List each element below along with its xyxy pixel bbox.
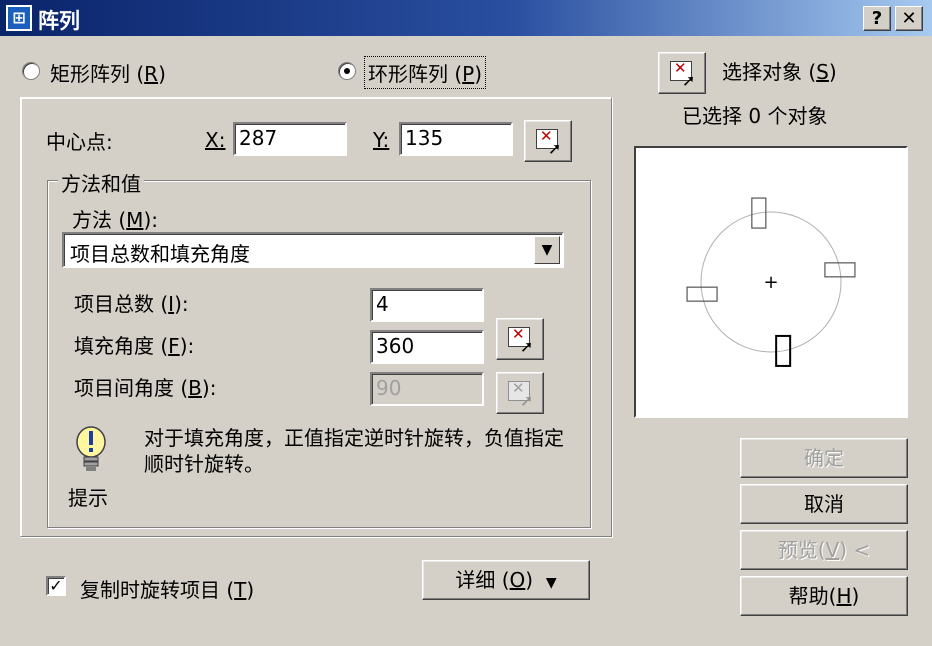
tip-text: 对于填充角度，正值指定逆时针旋转，负值指定顺时针旋转。 bbox=[144, 426, 564, 476]
rotate-items-checkbox[interactable]: ✓ bbox=[46, 576, 66, 596]
cursor-icon: ➚ bbox=[520, 337, 534, 356]
rect-array-radio[interactable] bbox=[22, 62, 40, 80]
select-objects-text: 选择对象 bbox=[722, 60, 802, 84]
fill-angle-text: 填充角度 bbox=[74, 334, 154, 358]
select-objects-key: S bbox=[816, 60, 829, 84]
help-button[interactable]: 帮助(H) bbox=[740, 576, 908, 616]
preview-label: 预览 bbox=[777, 538, 818, 562]
center-y-input[interactable]: 135 bbox=[399, 122, 513, 156]
select-objects-label[interactable]: 选择对象 (S) bbox=[722, 56, 837, 85]
center-x-input[interactable]: 287 bbox=[233, 122, 347, 156]
rotate-items-key: T bbox=[234, 578, 247, 602]
rotate-items-text: 复制时旋转项目 bbox=[80, 578, 220, 602]
preview-canvas: + bbox=[686, 197, 856, 367]
details-label: 详细 bbox=[455, 568, 496, 592]
angle-between-input: 90 bbox=[370, 372, 484, 406]
rotate-items-label[interactable]: 复制时旋转项目 (T) bbox=[80, 574, 254, 603]
method-group-title: 方法和值 bbox=[58, 168, 144, 197]
angle-between-text: 项目间角度 bbox=[74, 376, 174, 400]
select-objects-button[interactable]: ➚ bbox=[658, 52, 706, 94]
details-key: O bbox=[509, 568, 526, 592]
pick-fill-angle-button[interactable]: ➚ bbox=[496, 318, 544, 360]
method-label-key: M bbox=[126, 208, 144, 232]
rect-array-text: 矩形阵列 bbox=[50, 62, 130, 86]
angle-between-label: 项目间角度 (B): bbox=[74, 376, 217, 400]
method-select-value: 项目总数和填充角度 bbox=[70, 242, 250, 266]
angle-between-key: B bbox=[188, 376, 202, 400]
close-icon[interactable]: ✕ bbox=[895, 6, 923, 31]
x-label: X: bbox=[205, 128, 226, 152]
total-items-label: 项目总数 (I): bbox=[74, 292, 189, 316]
rect-array-label[interactable]: 矩形阵列 (R) bbox=[50, 58, 166, 87]
center-marker-icon: + bbox=[763, 272, 778, 293]
selection-status: 已选择 0 个对象 bbox=[682, 104, 828, 128]
expand-arrow-icon: ▼ bbox=[545, 575, 557, 591]
pick-angle-between-button: ➚ bbox=[496, 372, 544, 414]
cursor-icon: ➚ bbox=[520, 391, 534, 410]
cursor-icon: ➚ bbox=[548, 139, 562, 158]
help-key: H bbox=[836, 584, 852, 608]
method-label: 方法 (M): bbox=[72, 208, 158, 232]
total-items-input[interactable]: 4 bbox=[370, 288, 484, 322]
chevron-down-icon[interactable]: ▼ bbox=[534, 236, 560, 264]
polar-array-label[interactable]: 环形阵列 (P) bbox=[364, 56, 487, 89]
window-title: 阵列 bbox=[38, 9, 80, 33]
cancel-button[interactable]: 取消 bbox=[740, 484, 908, 524]
polar-array-radio[interactable] bbox=[338, 62, 356, 80]
cursor-icon: ➚ bbox=[682, 71, 696, 90]
title-bar: ⊞ 阵列 ? ✕ bbox=[0, 0, 932, 36]
y-label: Y: bbox=[373, 128, 390, 152]
help-icon[interactable]: ? bbox=[863, 6, 891, 31]
tip-label: 提示 bbox=[68, 486, 108, 510]
polar-array-key: P bbox=[462, 62, 475, 86]
rect-array-key: R bbox=[144, 62, 159, 86]
preview-button[interactable]: 预览(V) < bbox=[740, 530, 908, 570]
polar-array-text: 环形阵列 bbox=[368, 62, 448, 86]
pick-center-button[interactable]: ➚ bbox=[524, 120, 572, 162]
details-button[interactable]: 详细 (O) ▼ bbox=[422, 560, 590, 600]
help-label: 帮助 bbox=[788, 584, 829, 608]
center-point-label: 中心点: bbox=[46, 130, 113, 154]
preview-arrow-icon: < bbox=[853, 538, 871, 562]
lightbulb-icon bbox=[76, 426, 106, 471]
total-items-key: I bbox=[168, 292, 175, 316]
fill-angle-label: 填充角度 (F): bbox=[74, 334, 195, 358]
total-items-text: 项目总数 bbox=[74, 292, 154, 316]
method-select[interactable]: 项目总数和填充角度 ▼ bbox=[62, 232, 564, 268]
preview-key: V bbox=[825, 538, 840, 562]
ok-button[interactable]: 确定 bbox=[740, 438, 908, 478]
method-label-text: 方法 bbox=[72, 208, 112, 232]
array-preview: + bbox=[634, 146, 908, 418]
fill-angle-input[interactable]: 360 bbox=[370, 330, 484, 364]
autocad-icon: ⊞ bbox=[6, 5, 32, 31]
fill-angle-key: F bbox=[168, 334, 180, 358]
